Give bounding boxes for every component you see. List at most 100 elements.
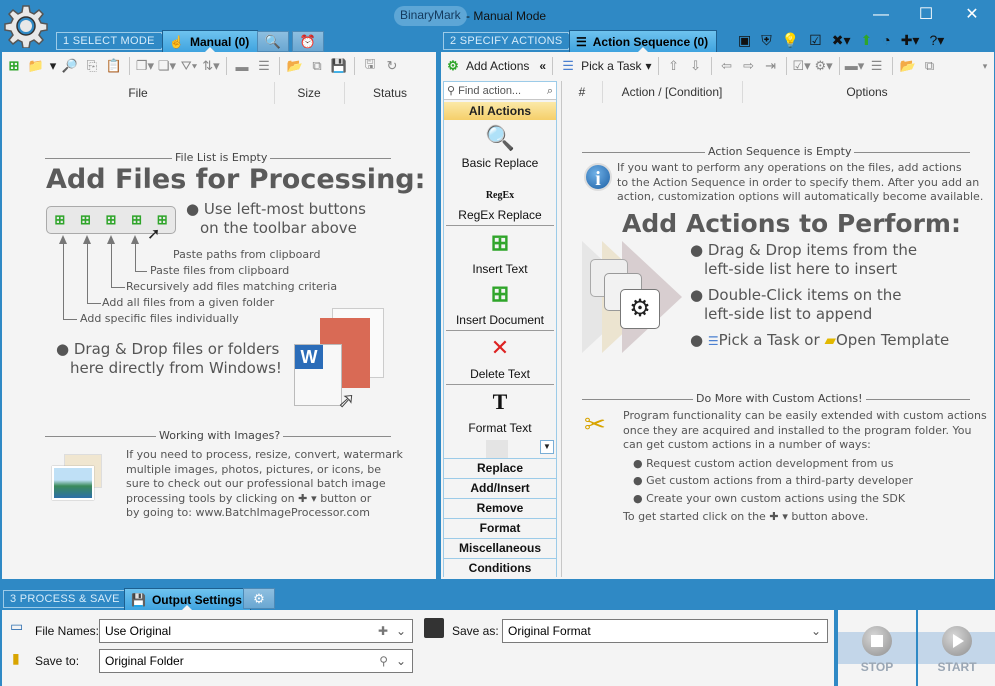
export-icon[interactable]: ⧉ xyxy=(921,57,939,75)
category-add-insert[interactable]: Add/Insert xyxy=(444,478,556,498)
clear-list-icon[interactable]: ☰ xyxy=(255,57,273,75)
callout-folder: Add all files from a given folder xyxy=(102,296,275,309)
open-list-icon[interactable]: 📂 xyxy=(286,57,304,75)
lightbulb-icon[interactable]: 💡 xyxy=(782,32,799,49)
alarm-clock-icon: ⏰ xyxy=(299,33,317,49)
open-template-icon[interactable]: 📂 xyxy=(899,57,917,75)
shield-icon[interactable]: ⛨ xyxy=(761,32,772,49)
paste-paths-icon[interactable]: ⎘ xyxy=(83,57,101,75)
save-as-select[interactable]: Original Format ⌄ xyxy=(502,619,828,643)
app-menu-gear-icon[interactable] xyxy=(4,4,48,48)
step-process-save: 3 PROCESS & SAVE xyxy=(3,590,127,608)
file-names-select[interactable]: Use Original ✚ ⌄ xyxy=(99,619,413,643)
remove-icon[interactable]: ▬ xyxy=(233,57,251,75)
column-options[interactable]: Options xyxy=(742,81,992,103)
action-basic-replace[interactable]: 🔍 Basic Replace xyxy=(444,124,556,170)
tab-manual[interactable]: ☝ Manual (0) xyxy=(162,30,259,52)
column-file[interactable]: File xyxy=(2,82,274,104)
pick-task-dropdown-icon[interactable]: ▾ xyxy=(646,59,652,73)
dropdown-arrow-icon[interactable]: ▾ xyxy=(49,57,57,75)
save-as-icon[interactable]: 🖫 xyxy=(361,56,379,75)
update-arrow-icon[interactable]: ⬆ xyxy=(861,32,873,49)
copy-icon[interactable]: ❐▾ xyxy=(136,57,154,75)
tab-output-settings[interactable]: 💾 Output Settings xyxy=(124,588,251,610)
move-up-icon[interactable]: ⇧ xyxy=(665,57,683,75)
category-conditions[interactable]: Conditions xyxy=(444,558,556,578)
import-icon[interactable]: ⧉ xyxy=(308,57,326,75)
checklist-icon[interactable]: ☑ xyxy=(809,32,822,49)
column-number[interactable]: # xyxy=(562,81,602,103)
tab-schedule[interactable]: ⏰ xyxy=(292,31,324,52)
add-folder-icon[interactable]: 📁 xyxy=(27,57,45,75)
chevron-down-icon[interactable]: ⌄ xyxy=(396,620,406,642)
console-icon[interactable]: ▣ xyxy=(738,32,751,49)
filter-icon[interactable]: ⛛▾ xyxy=(180,57,198,75)
rss-icon[interactable]: ◔ xyxy=(882,32,890,49)
tools-icon[interactable]: ✖▾ xyxy=(832,32,851,49)
save-list-icon[interactable]: 💾 xyxy=(330,57,348,75)
scroll-down-button[interactable]: ▼ xyxy=(540,440,554,454)
toolbar-overflow-icon[interactable]: ▾ xyxy=(976,57,994,75)
save-as-label: Save as: xyxy=(452,624,499,638)
save-to-select[interactable]: Original Folder ⚲ ⌄ xyxy=(99,649,413,673)
find-action-input[interactable]: ⚲ Find action... ⌕ xyxy=(444,82,556,100)
column-action[interactable]: Action / [Condition] xyxy=(602,81,742,103)
action-settings-icon[interactable]: ⚙▾ xyxy=(814,57,832,75)
action-format-text[interactable]: T Format Text xyxy=(444,389,556,435)
search-options-icon[interactable]: ⌕ xyxy=(547,82,553,100)
add-recursive-icon[interactable]: 🔎 xyxy=(61,57,79,75)
help-icon[interactable]: ?▾ xyxy=(929,32,944,49)
clear-actions-icon[interactable]: ☰ xyxy=(868,57,886,75)
move-right-icon[interactable]: ⇨ xyxy=(740,57,758,75)
action-insert-document[interactable]: ⊞ Insert Document xyxy=(444,281,556,327)
close-button[interactable]: ✕ xyxy=(957,4,987,26)
start-button[interactable]: START xyxy=(918,610,995,686)
add-actions-icon[interactable]: ⚙ xyxy=(444,57,462,75)
tab-process-settings[interactable]: ⚙ xyxy=(243,588,275,609)
callout-recursive: Recursively add files matching criteria xyxy=(126,280,338,293)
pick-task-button[interactable]: Pick a Task xyxy=(581,59,641,73)
file-list-empty-title: File List is Empty xyxy=(172,151,271,164)
save-to-label: Save to: xyxy=(35,654,80,668)
chevron-down-icon[interactable]: ⌄ xyxy=(396,650,406,672)
stop-button[interactable]: STOP xyxy=(838,610,916,686)
move-left-icon[interactable]: ⇦ xyxy=(718,57,736,75)
collapse-button[interactable]: « xyxy=(539,59,546,73)
add-actions-heading: Add Actions to Perform: xyxy=(622,209,961,238)
add-plugin-icon[interactable]: ✚▾ xyxy=(901,32,920,49)
category-replace[interactable]: Replace xyxy=(444,458,556,478)
browse-icon[interactable]: ⚲ xyxy=(379,650,388,672)
refresh-list-icon[interactable]: ↻ xyxy=(383,57,401,75)
tab-action-sequence[interactable]: ☰ Action Sequence (0) xyxy=(569,30,718,52)
all-actions-header[interactable]: All Actions xyxy=(444,102,556,120)
category-remove[interactable]: Remove xyxy=(444,498,556,518)
select-icon[interactable]: ☑▾ xyxy=(792,57,810,75)
move-down-icon[interactable]: ⇩ xyxy=(687,57,705,75)
action-delete-text[interactable]: ✕ Delete Text xyxy=(444,335,556,381)
remove-action-icon[interactable]: ▬▾ xyxy=(845,57,865,75)
run-step-icon[interactable]: ⇥ xyxy=(762,57,780,75)
tools-icon: ✂ xyxy=(584,409,606,439)
action-regex-replace[interactable]: RegEx RegEx Replace xyxy=(444,176,556,222)
app-logo: BinaryMark xyxy=(394,6,467,26)
actions-illustration: ⚙ xyxy=(582,241,682,353)
file-names-label: File Names: xyxy=(35,624,100,638)
category-format[interactable]: Format xyxy=(444,518,556,538)
add-naming-icon[interactable]: ✚ xyxy=(378,620,388,642)
tab-folder-search[interactable]: 🔍 xyxy=(257,31,289,52)
category-miscellaneous[interactable]: Miscellaneous xyxy=(444,538,556,558)
bullet-use-toolbar: ● Use left-most buttons on the toolbar a… xyxy=(186,200,366,237)
chevron-down-icon[interactable]: ⌄ xyxy=(811,620,821,642)
add-actions-button[interactable]: Add Actions xyxy=(466,59,529,73)
add-files-icon[interactable]: ⊞ xyxy=(5,57,23,75)
files-icon[interactable]: ❏▾ xyxy=(158,57,176,75)
tab-manual-label: Manual (0) xyxy=(189,34,250,49)
action-insert-text[interactable]: ⊞ Insert Text xyxy=(444,230,556,276)
paste-files-icon[interactable]: 📋 xyxy=(105,57,123,75)
column-size[interactable]: Size xyxy=(274,82,344,104)
column-status[interactable]: Status xyxy=(344,82,436,104)
sort-icon[interactable]: ⇅▾ xyxy=(202,57,220,75)
gears-icon: ⚙ xyxy=(620,289,660,329)
minimize-button[interactable]: — xyxy=(866,4,896,26)
maximize-button[interactable]: ☐ xyxy=(911,4,941,26)
